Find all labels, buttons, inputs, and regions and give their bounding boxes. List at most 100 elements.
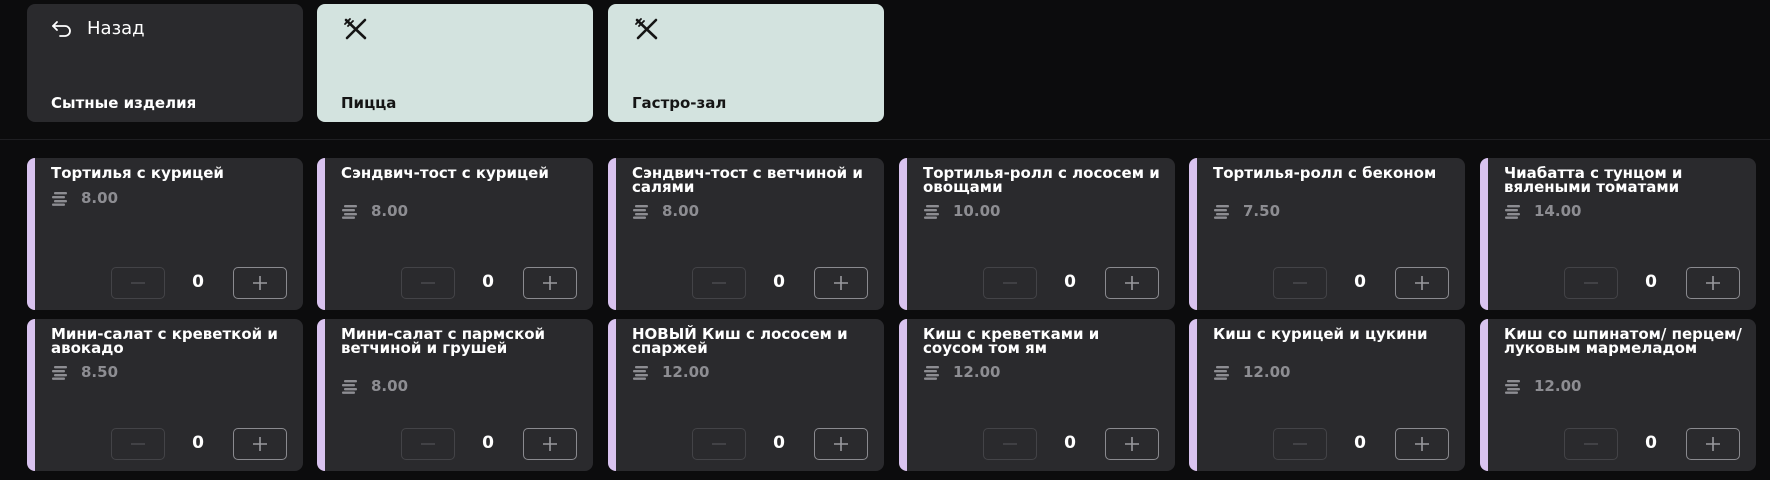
- increase-button[interactable]: [814, 428, 868, 460]
- minus-icon: [1003, 282, 1017, 284]
- coins-icon: [52, 192, 67, 206]
- increase-button[interactable]: [1105, 428, 1159, 460]
- category-tile-gastro[interactable]: Гастро-зал: [608, 4, 884, 122]
- product-card[interactable]: Мини-салат с пармской ветчиной и грушей …: [317, 319, 593, 471]
- card-accent: [1189, 319, 1197, 471]
- product-price: 7.50: [1243, 202, 1281, 220]
- price-row: 12.00: [632, 363, 709, 381]
- decrease-button[interactable]: [692, 267, 746, 299]
- card-accent: [608, 158, 616, 310]
- decrease-button[interactable]: [983, 267, 1037, 299]
- product-price: 12.00: [953, 363, 1001, 381]
- quantity-value: 0: [482, 272, 494, 292]
- coins-icon: [924, 366, 939, 380]
- decrease-button[interactable]: [111, 428, 165, 460]
- decrease-button[interactable]: [401, 428, 455, 460]
- product-card[interactable]: Тортилья-ролл с беконом 7.50 0: [1189, 158, 1465, 310]
- decrease-button[interactable]: [401, 267, 455, 299]
- quantity-value: 0: [1064, 272, 1076, 292]
- coins-icon: [633, 366, 648, 380]
- price-row: 8.50: [51, 363, 118, 381]
- minus-icon: [1293, 443, 1307, 445]
- product-card[interactable]: Киш со шпинатом/ перцем/луковым мармелад…: [1480, 319, 1756, 471]
- quantity-stepper: 0: [1273, 267, 1449, 301]
- increase-button[interactable]: [1686, 428, 1740, 460]
- decrease-button[interactable]: [692, 428, 746, 460]
- card-accent: [1480, 158, 1488, 310]
- increase-button[interactable]: [1395, 428, 1449, 460]
- product-price: 10.00: [953, 202, 1001, 220]
- price-row: 8.00: [51, 189, 118, 207]
- card-accent: [899, 319, 907, 471]
- quantity-value: 0: [1645, 272, 1657, 292]
- price-row: 12.00: [1504, 377, 1581, 395]
- back-tile[interactable]: Назад Сытные изделия: [27, 4, 303, 122]
- product-price: 8.00: [371, 202, 409, 220]
- plus-icon: [834, 437, 848, 451]
- card-accent: [317, 319, 325, 471]
- product-card[interactable]: Мини-салат с креветкой и авокадо 8.50 0: [27, 319, 303, 471]
- card-accent: [317, 158, 325, 310]
- plus-icon: [253, 276, 267, 290]
- quantity-stepper: 0: [111, 428, 287, 462]
- decrease-button[interactable]: [1273, 428, 1327, 460]
- plus-icon: [543, 437, 557, 451]
- product-card[interactable]: Киш с курицей и цукини 12.00 0: [1189, 319, 1465, 471]
- coins-icon: [633, 205, 648, 219]
- divider: [0, 139, 1770, 140]
- product-title: Киш с курицей и цукини: [1213, 325, 1428, 343]
- decrease-button[interactable]: [1564, 267, 1618, 299]
- quantity-stepper: 0: [401, 267, 577, 301]
- increase-button[interactable]: [1395, 267, 1449, 299]
- increase-button[interactable]: [1105, 267, 1159, 299]
- quantity-value: 0: [773, 272, 785, 292]
- product-card[interactable]: Чиабатта с тунцом и вялеными томатами 14…: [1480, 158, 1756, 310]
- product-title: НОВЫЙ Киш с лососем и спаржей: [632, 325, 848, 357]
- product-price: 8.50: [81, 363, 119, 381]
- product-card[interactable]: Сэндвич-тост с курицей 8.00 0: [317, 158, 593, 310]
- product-card[interactable]: Киш с креветками и соусом том ям 12.00 0: [899, 319, 1175, 471]
- price-row: 12.00: [1213, 363, 1290, 381]
- product-title: Тортилья с курицей: [51, 164, 224, 182]
- product-title: Киш с креветками и соусом том ям: [923, 325, 1100, 357]
- plus-icon: [543, 276, 557, 290]
- quantity-stepper: 0: [983, 267, 1159, 301]
- increase-button[interactable]: [1686, 267, 1740, 299]
- increase-button[interactable]: [814, 267, 868, 299]
- minus-icon: [712, 282, 726, 284]
- decrease-button[interactable]: [111, 267, 165, 299]
- decrease-button[interactable]: [983, 428, 1037, 460]
- coins-icon: [52, 366, 67, 380]
- quantity-value: 0: [773, 433, 785, 453]
- product-card[interactable]: НОВЫЙ Киш с лососем и спаржей 12.00 0: [608, 319, 884, 471]
- product-card[interactable]: Тортилья-ролл с лососем и овощами 10.00 …: [899, 158, 1175, 310]
- coins-icon: [1505, 205, 1520, 219]
- increase-button[interactable]: [523, 267, 577, 299]
- product-title: Сэндвич-тост с ветчиной и салями: [632, 164, 863, 196]
- product-price: 12.00: [662, 363, 710, 381]
- quantity-stepper: 0: [692, 267, 868, 301]
- quantity-value: 0: [1645, 433, 1657, 453]
- quantity-stepper: 0: [111, 267, 287, 301]
- increase-button[interactable]: [233, 428, 287, 460]
- decrease-button[interactable]: [1273, 267, 1327, 299]
- product-price: 14.00: [1534, 202, 1582, 220]
- card-accent: [899, 158, 907, 310]
- quantity-stepper: 0: [692, 428, 868, 462]
- card-accent: [608, 319, 616, 471]
- plus-icon: [1706, 276, 1720, 290]
- back-button[interactable]: Назад: [51, 18, 145, 39]
- minus-icon: [1584, 282, 1598, 284]
- decrease-button[interactable]: [1564, 428, 1618, 460]
- product-card[interactable]: Тортилья с курицей 8.00 0: [27, 158, 303, 310]
- quantity-value: 0: [1064, 433, 1076, 453]
- product-card[interactable]: Сэндвич-тост с ветчиной и салями 8.00 0: [608, 158, 884, 310]
- product-price: 8.00: [371, 377, 409, 395]
- quantity-stepper: 0: [1564, 267, 1740, 301]
- category-label: Гастро-зал: [632, 94, 727, 112]
- product-title: Чиабатта с тунцом и вялеными томатами: [1504, 164, 1683, 196]
- increase-button[interactable]: [523, 428, 577, 460]
- increase-button[interactable]: [233, 267, 287, 299]
- product-price: 12.00: [1534, 377, 1582, 395]
- category-tile-pizza[interactable]: Пицца: [317, 4, 593, 122]
